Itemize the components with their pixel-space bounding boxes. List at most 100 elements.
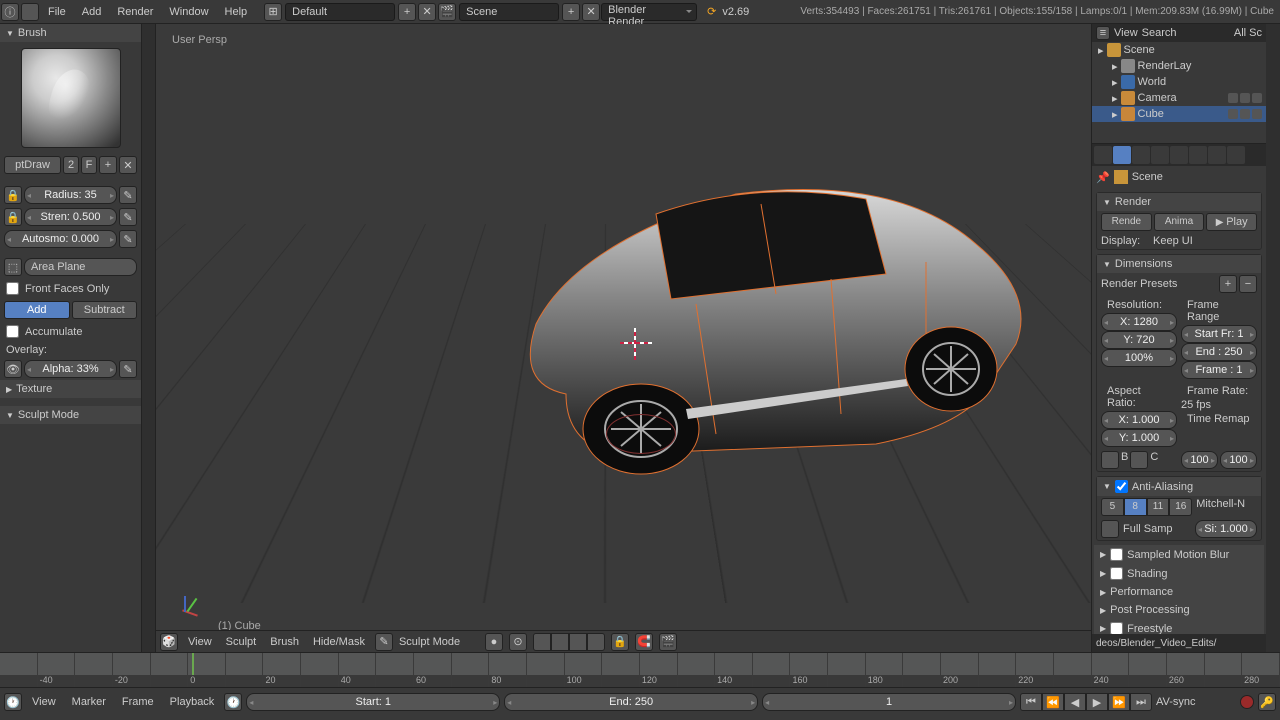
- overlay-edit-icon[interactable]: ✎: [119, 360, 137, 378]
- preset-remove-button[interactable]: −: [1239, 275, 1257, 293]
- tab-data-icon[interactable]: [1227, 146, 1245, 164]
- outliner-item-scene[interactable]: ▸Scene: [1092, 42, 1266, 58]
- remap-old-field[interactable]: 100: [1181, 451, 1218, 469]
- vp-menu-view[interactable]: View: [184, 636, 216, 648]
- frame-step-field[interactable]: Frame : 1: [1181, 361, 1257, 379]
- scene-add-button[interactable]: +: [562, 3, 580, 21]
- keyframe-next-button[interactable]: ⏩: [1108, 693, 1130, 711]
- auto-keyframe-button[interactable]: [1240, 695, 1254, 709]
- layout-browse-icon[interactable]: ⊞: [264, 3, 282, 21]
- timeline-editor-icon[interactable]: 🕐: [4, 693, 22, 711]
- menu-help[interactable]: Help: [217, 0, 256, 24]
- timeline-ruler[interactable]: -40-200204060801001201401601802002202402…: [0, 652, 1280, 688]
- brush-panel-header[interactable]: Brush: [0, 24, 141, 42]
- filter-size-field[interactable]: Si: 1.000: [1195, 520, 1257, 538]
- aspect-x-field[interactable]: X: 1.000: [1101, 411, 1177, 429]
- shading-solid-icon[interactable]: ●: [485, 633, 503, 651]
- section-performance[interactable]: Performance: [1094, 583, 1264, 601]
- 3d-viewport[interactable]: User Persp (1): [156, 24, 1091, 652]
- menu-window[interactable]: Window: [161, 0, 216, 24]
- layout-delete-button[interactable]: ✕: [418, 3, 436, 21]
- tab-render-icon[interactable]: [1094, 146, 1112, 164]
- keying-set-icon[interactable]: 🔑: [1258, 693, 1276, 711]
- sync-dropdown[interactable]: AV-sync: [1156, 696, 1236, 708]
- tl-menu-view[interactable]: View: [26, 696, 62, 708]
- sculpt-plane-dropdown[interactable]: Area Plane: [24, 258, 137, 276]
- layout-dropdown[interactable]: Default: [285, 3, 395, 21]
- section-sampled-motion-blur[interactable]: Sampled Motion Blur: [1094, 545, 1264, 564]
- tab-scene-icon[interactable]: [1132, 146, 1150, 164]
- brush-fake-user[interactable]: F: [81, 156, 97, 174]
- play-button[interactable]: ▶ Play: [1206, 213, 1257, 231]
- engine-dropdown[interactable]: Blender Render: [601, 3, 697, 21]
- brush-unlink-button[interactable]: ✕: [119, 156, 137, 174]
- layer-buttons[interactable]: [533, 633, 605, 651]
- strength-lock-icon[interactable]: 🔒: [4, 208, 22, 226]
- tab-modifiers-icon[interactable]: [1208, 146, 1226, 164]
- current-frame-input[interactable]: 1: [762, 693, 1016, 711]
- outliner-view[interactable]: View: [1114, 27, 1138, 39]
- overlay-view-icon[interactable]: 👁: [4, 360, 22, 378]
- render-button[interactable]: Rende: [1101, 213, 1152, 231]
- menu-file[interactable]: File: [40, 0, 74, 24]
- fps-dropdown[interactable]: 25 fps: [1181, 399, 1257, 411]
- brush-add-button[interactable]: +: [99, 156, 117, 174]
- section-post-processing[interactable]: Post Processing: [1094, 601, 1264, 619]
- outliner-item-world[interactable]: ▸World: [1092, 74, 1266, 90]
- brush-name-field[interactable]: ptDraw: [4, 156, 61, 174]
- filepath-field[interactable]: deos/Blender_Video_Edits/: [1092, 634, 1266, 652]
- vp-menu-hidemask[interactable]: Hide/Mask: [309, 636, 369, 648]
- autosmooth-field[interactable]: Autosmo: 0.000: [4, 230, 117, 248]
- alpha-field[interactable]: Alpha: 33%: [24, 360, 117, 378]
- res-pct-field[interactable]: 100%: [1101, 349, 1177, 367]
- crop-checkbox[interactable]: [1130, 451, 1148, 469]
- use-preview-range-icon[interactable]: 🕐: [224, 693, 242, 711]
- res-y-field[interactable]: Y: 720: [1101, 331, 1177, 349]
- render-preview-icon[interactable]: 🎬: [659, 633, 677, 651]
- preset-add-button[interactable]: +: [1219, 275, 1237, 293]
- strength-pressure-icon[interactable]: ✎: [119, 208, 137, 226]
- dimensions-section-header[interactable]: Dimensions: [1097, 255, 1261, 273]
- viewport-editor-icon[interactable]: 🎲: [160, 633, 178, 651]
- layout-add-button[interactable]: +: [398, 3, 416, 21]
- menu-render[interactable]: Render: [109, 0, 161, 24]
- outliner-item-camera[interactable]: ▸Camera: [1092, 90, 1266, 106]
- strength-field[interactable]: Stren: 0.500: [24, 208, 117, 226]
- pin-icon[interactable]: 📌: [1096, 171, 1110, 184]
- start-frame-input[interactable]: Start: 1: [246, 693, 500, 711]
- end-frame-input[interactable]: End: 250: [504, 693, 758, 711]
- tab-renderlayers-icon[interactable]: [1113, 146, 1131, 164]
- aa-5-button[interactable]: 5: [1101, 498, 1124, 516]
- radius-field[interactable]: Radius: 35: [24, 186, 117, 204]
- tab-object-icon[interactable]: [1170, 146, 1188, 164]
- play-reverse-button[interactable]: ◀: [1064, 693, 1086, 711]
- jump-end-button[interactable]: ⏭: [1130, 693, 1152, 711]
- info-icon[interactable]: ⓘ: [1, 3, 19, 21]
- render-section-header[interactable]: Render: [1097, 193, 1261, 211]
- mode-dropdown[interactable]: Sculpt Mode: [399, 636, 479, 648]
- outliner-filter[interactable]: All Sc: [1234, 27, 1262, 39]
- animation-button[interactable]: Anima: [1154, 213, 1205, 231]
- tl-menu-frame[interactable]: Frame: [116, 696, 160, 708]
- brush-preview[interactable]: [21, 48, 121, 148]
- outliner-item-cube[interactable]: ▸Cube: [1092, 106, 1266, 122]
- outliner-editor-icon[interactable]: ≡: [1096, 26, 1110, 40]
- editor-type-icon[interactable]: [21, 3, 39, 21]
- scene-browse-icon[interactable]: 🎬: [438, 3, 456, 21]
- mode-icon[interactable]: ✎: [375, 633, 393, 651]
- tab-world-icon[interactable]: [1151, 146, 1169, 164]
- border-checkbox[interactable]: [1101, 451, 1119, 469]
- outliner-item-renderlay[interactable]: ▸RenderLay: [1092, 58, 1266, 74]
- keyframe-prev-button[interactable]: ⏪: [1042, 693, 1064, 711]
- brush-users[interactable]: 2: [63, 156, 79, 174]
- aa-filter-dropdown[interactable]: Mitchell-N: [1196, 498, 1257, 516]
- add-button[interactable]: Add: [4, 301, 70, 319]
- render-presets-dropdown[interactable]: Render Presets: [1101, 278, 1217, 290]
- full-sample-checkbox[interactable]: [1101, 520, 1119, 538]
- aa-11-button[interactable]: 11: [1147, 498, 1170, 516]
- subtract-button[interactable]: Subtract: [72, 301, 138, 319]
- radius-lock-icon[interactable]: 🔒: [4, 186, 22, 204]
- aa-section-header[interactable]: Anti-Aliasing: [1097, 477, 1261, 496]
- jump-start-button[interactable]: ⏮: [1020, 693, 1042, 711]
- properties-scrollbar[interactable]: [1266, 24, 1280, 652]
